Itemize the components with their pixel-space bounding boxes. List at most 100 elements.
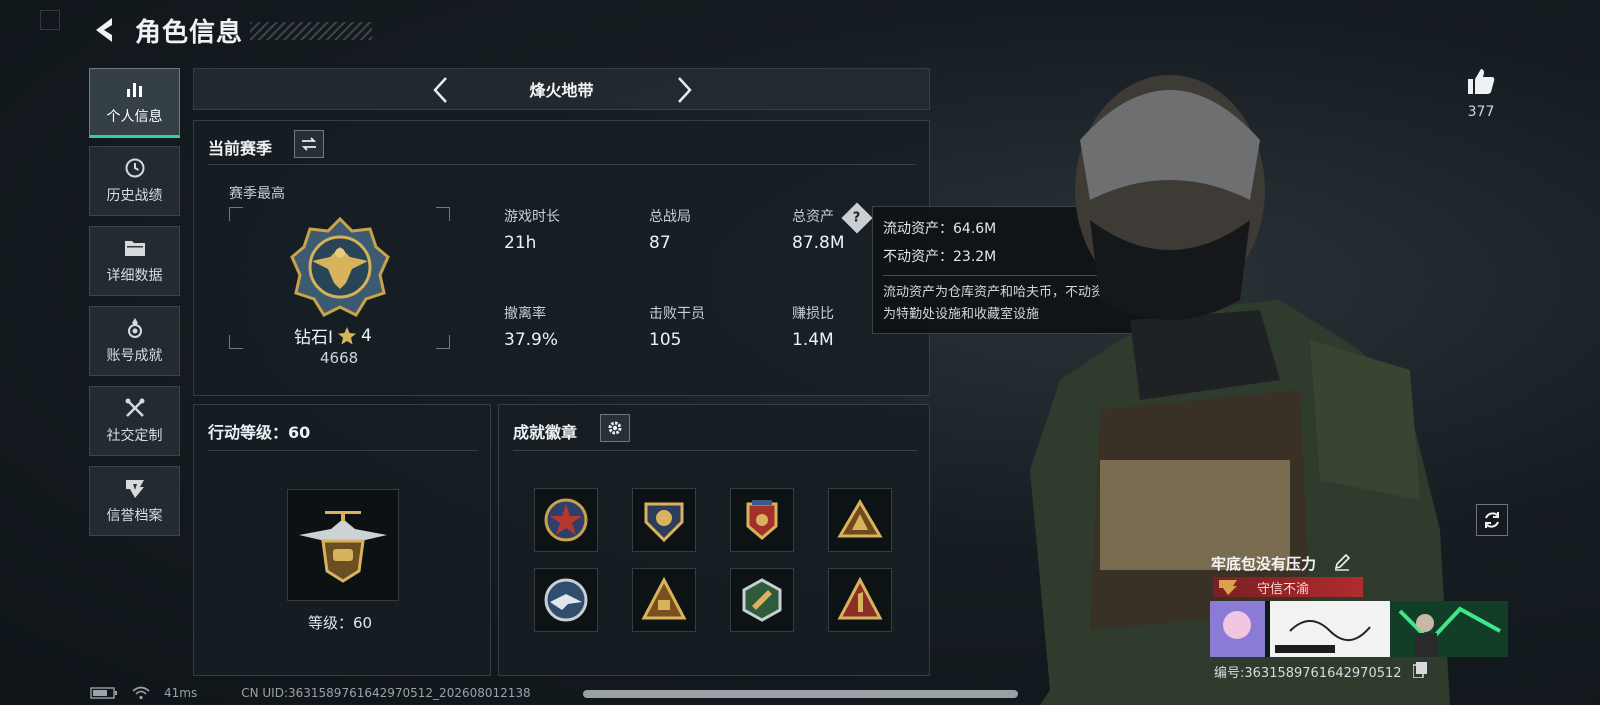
rank-emblem <box>290 216 390 321</box>
eagle-badge-icon <box>544 578 588 622</box>
nav-label: 信誉档案 <box>106 508 163 524</box>
nav-label: 详细数据 <box>106 268 163 284</box>
folder-icon <box>124 237 146 259</box>
nav-label: 社交定制 <box>106 428 163 444</box>
prev-mode-button[interactable] <box>426 75 456 105</box>
stat-label-kills: 击败干员 <box>649 306 705 322</box>
pyramid-badge-icon <box>641 576 687 620</box>
pencil-icon <box>1334 553 1351 571</box>
nav-item-credit[interactable]: 信誉档案 <box>89 466 180 536</box>
badge-slot[interactable] <box>828 488 892 552</box>
like-button[interactable] <box>1466 66 1496 100</box>
level-emblem <box>287 489 399 601</box>
badge-slot[interactable] <box>534 568 598 632</box>
divider <box>208 164 916 165</box>
edit-name-button[interactable] <box>1333 553 1351 575</box>
player-id: 编号:363158976164297051​2 <box>1214 666 1402 681</box>
frame-corner <box>436 335 450 349</box>
mode-name: 烽火地带 <box>529 81 594 100</box>
rank-stars: 4 <box>361 325 372 346</box>
nav-item-achievements[interactable]: 账号成就 <box>89 306 180 376</box>
switch-season-button[interactable] <box>294 130 324 158</box>
back-arrow-icon <box>96 18 112 42</box>
stat-value-playtime: 21h <box>504 233 537 253</box>
help-icon[interactable]: ? <box>841 202 873 234</box>
refresh-icon <box>1485 512 1499 528</box>
uid-text: CN UID:363158976164297051​2_202608012138 <box>241 686 531 700</box>
credit-status-bar: 守信不渝 <box>1213 577 1363 597</box>
ping-value: 41ms <box>164 686 198 700</box>
nav-item-history[interactable]: 历史战绩 <box>89 146 180 216</box>
frame-corner <box>436 207 450 221</box>
nav-label: 个人信息 <box>106 109 163 125</box>
season-peak-label: 赛季最高 <box>229 186 285 202</box>
refresh-button[interactable] <box>1476 504 1508 536</box>
crest-badge-icon <box>746 500 778 540</box>
gear-icon <box>608 421 622 435</box>
frame-corner <box>229 335 243 349</box>
nav-item-social[interactable]: 社交定制 <box>89 386 180 456</box>
shield-badge-icon <box>644 502 684 543</box>
stat-label-assets: 总资产 <box>792 209 834 225</box>
shield-emblem-icon <box>124 477 146 499</box>
bar-chart-icon <box>124 78 146 100</box>
divider <box>513 450 917 451</box>
copy-icon <box>1412 662 1427 679</box>
action-level-title: 行动等级：60 <box>208 423 311 442</box>
credit-emblem-icon <box>1219 580 1237 595</box>
number-one-badge-icon <box>837 576 883 620</box>
rank-score: 4668 <box>320 349 359 367</box>
star-badge-icon <box>544 498 588 542</box>
stat-label-extract-rate: 撤离率 <box>504 306 546 322</box>
badges-title: 成就徽章 <box>513 423 578 442</box>
nav-label: 历史战绩 <box>106 188 163 204</box>
system-status-bar: 41ms CN UID:363158976164297051​2_2026080… <box>90 686 531 700</box>
stat-value-matches: 87 <box>649 233 671 253</box>
home-indicator[interactable] <box>583 690 1018 698</box>
stat-label-playtime: 游戏时长 <box>504 209 560 225</box>
stat-label-profit-ratio: 赚损比 <box>792 306 834 322</box>
season-panel: 当前赛季 赛季最高 钻石Ⅰ 4 4668 游戏时长 21h 总战局 87 总资产… <box>193 120 930 396</box>
battery-icon <box>90 687 117 699</box>
season-title: 当前赛季 <box>208 139 273 158</box>
credit-label: 守信不渝 <box>1257 581 1310 597</box>
wifi-icon <box>132 686 150 700</box>
hexagon-badge-icon <box>742 578 782 622</box>
clock-history-icon <box>124 157 146 179</box>
nav-label: 账号成就 <box>106 348 163 364</box>
divider <box>208 450 478 451</box>
badge-slot[interactable] <box>632 568 696 632</box>
badge-slot[interactable] <box>730 488 794 552</box>
name-card-banner[interactable] <box>1210 601 1508 657</box>
back-button[interactable] <box>90 14 122 46</box>
badge-slot[interactable] <box>534 488 598 552</box>
nav-item-personal-info[interactable]: 个人信息 <box>89 68 180 138</box>
achievement-badge-panel: 成就徽章 <box>498 404 930 676</box>
stat-value-extract-rate: 37.9% <box>504 330 559 350</box>
action-level-panel: 行动等级：60 等级：60 <box>193 404 491 676</box>
star-icon <box>338 326 357 344</box>
next-mode-button[interactable] <box>669 75 699 105</box>
triangle-badge-icon <box>837 499 883 538</box>
frame-corner <box>229 207 243 221</box>
badge-slot[interactable] <box>632 488 696 552</box>
swap-icon <box>301 137 317 151</box>
level-caption: 等级：60 <box>308 614 373 632</box>
thumbs-up-icon <box>1468 69 1495 94</box>
page-title: 角色信息 <box>135 18 244 48</box>
badge-settings-button[interactable] <box>600 414 630 442</box>
medal-icon <box>124 317 146 339</box>
nav-item-details[interactable]: 详细数据 <box>89 226 180 296</box>
stat-value-kills: 105 <box>649 330 682 350</box>
title-decoration <box>250 22 372 40</box>
stat-value-assets: 87.8M <box>792 233 845 253</box>
rank-line: 钻石Ⅰ 4 <box>294 323 372 349</box>
copy-id-button[interactable] <box>1412 662 1427 682</box>
tools-icon <box>124 397 146 419</box>
like-count: 377 <box>1467 104 1495 120</box>
stat-label-matches: 总战局 <box>649 209 691 225</box>
badge-slot[interactable] <box>730 568 794 632</box>
corner-decoration <box>40 10 60 30</box>
badge-slot[interactable] <box>828 568 892 632</box>
stat-value-profit-ratio: 1.4M <box>792 330 834 350</box>
